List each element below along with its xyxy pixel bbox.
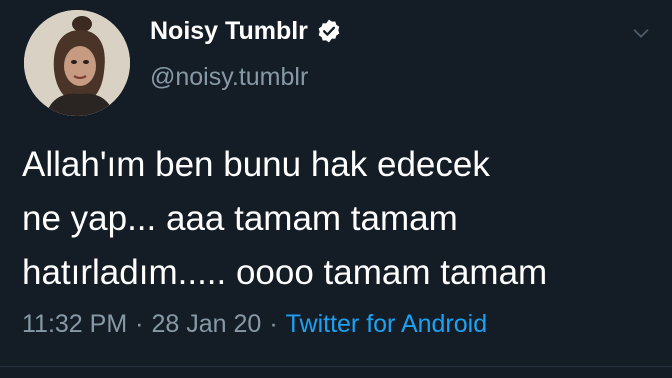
tweet-text: Allah'ım ben bunu hak edecek ne yap... a… [22, 145, 548, 292]
user-handle[interactable]: @noisy.tumblr [150, 62, 308, 92]
tweet-metadata: 11:32 PM · 28 Jan 20 · Twitter for Andro… [22, 308, 487, 340]
author-name-row: Noisy Tumblr [150, 16, 342, 46]
divider [0, 366, 672, 367]
display-name[interactable]: Noisy Tumblr [150, 16, 308, 46]
tweet-time[interactable]: 11:32 PM [22, 308, 127, 340]
separator-dot: · [135, 310, 144, 338]
verified-badge-icon [316, 18, 342, 44]
tweet-date[interactable]: 28 Jan 20 [151, 308, 261, 340]
tweet-card: Noisy Tumblr @noisy.tumblr Allah'ım ben … [0, 0, 672, 378]
chevron-down-icon[interactable] [630, 22, 652, 44]
separator-dot: · [269, 310, 278, 338]
avatar[interactable] [24, 10, 130, 116]
avatar-image [24, 10, 130, 116]
tweet-source-link[interactable]: Twitter for Android [286, 308, 487, 340]
